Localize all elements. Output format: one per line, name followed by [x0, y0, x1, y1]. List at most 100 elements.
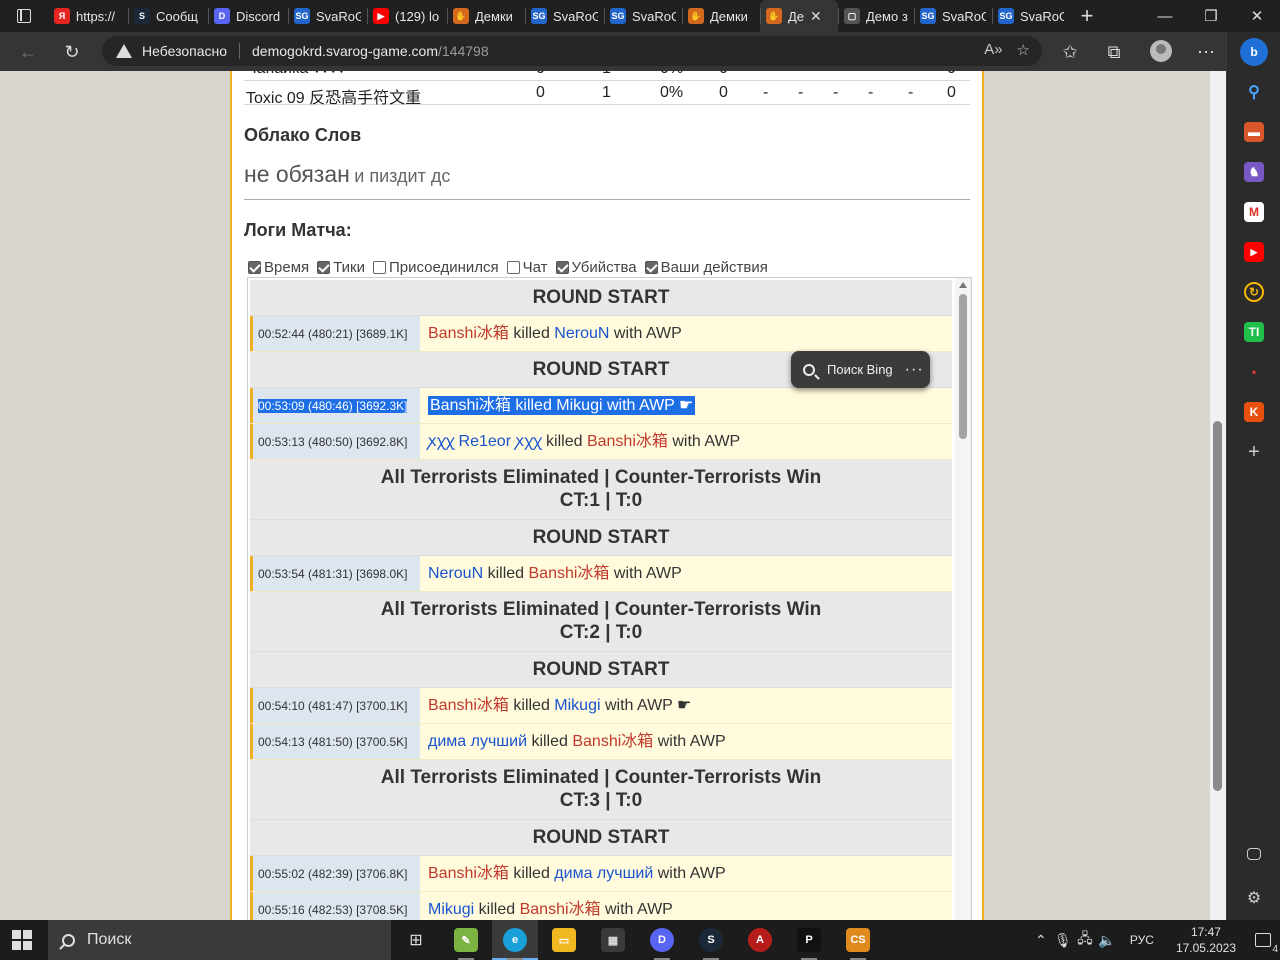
victim-name[interactable]: Banshi冰箱 [529, 565, 610, 582]
close-window-button[interactable]: ✕ [1234, 0, 1280, 32]
tools-icon[interactable]: ▬ [1244, 122, 1264, 142]
browser-tab[interactable]: Яhttps:// [48, 0, 128, 32]
victim-name[interactable]: дима лучший [554, 865, 653, 882]
filter-4[interactable]: Убийства [555, 259, 637, 276]
favorites-icon[interactable]: ✩ [1058, 40, 1082, 64]
read-aloud-icon[interactable]: A» [984, 41, 1002, 59]
sidebar-layout-icon[interactable] [1247, 848, 1261, 860]
browser-tab[interactable]: ▢ Демо з [838, 0, 914, 32]
killer-name[interactable]: ꭗꭓꭓ Re1eor ꭗꭓꭓ [428, 433, 542, 450]
store-icon[interactable]: ▦ [601, 928, 625, 952]
more-options-icon[interactable]: ··· [905, 361, 924, 379]
youtube-icon[interactable]: ▶ [1244, 242, 1264, 262]
victim-name[interactable]: Banshi冰箱 [587, 433, 668, 450]
show-hidden-icons[interactable]: ⌃ [1030, 932, 1052, 949]
killer-name[interactable]: NerouN [428, 565, 483, 582]
app-icon[interactable]: A [748, 928, 772, 952]
filter-1[interactable]: Тики [317, 259, 365, 276]
language-indicator[interactable]: РУС [1130, 933, 1154, 947]
browser-tab[interactable]: SG SvaRoG [525, 0, 604, 32]
refresh-button[interactable]: ↻ [60, 40, 84, 64]
bing-search-popup[interactable]: Поиск Bing ··· [791, 351, 930, 388]
notification-center-button[interactable]: 4 [1246, 933, 1280, 955]
page-scrollbar-thumb[interactable] [1213, 421, 1222, 791]
filter-2[interactable]: Присоединился [372, 259, 499, 276]
minimize-button[interactable]: — [1142, 0, 1188, 32]
killer-name[interactable]: Banshi冰箱 [430, 397, 511, 414]
scroll-up-arrow[interactable] [959, 282, 967, 288]
killer-name[interactable]: дима лучший [428, 733, 527, 750]
app-icon[interactable]: ↻ [1244, 282, 1264, 302]
collections-icon[interactable]: ⧉ [1102, 40, 1126, 64]
victim-name[interactable]: Banshi冰箱 [520, 901, 601, 918]
notepad-app-icon[interactable]: ✎ [454, 928, 478, 960]
log-scrollbar[interactable] [955, 278, 971, 920]
discord-app-icon[interactable]: D [650, 928, 674, 960]
browser-tab[interactable]: ✋ Демки [447, 0, 525, 32]
killer-name[interactable]: Banshi冰箱 [428, 697, 509, 714]
add-favorite-icon[interactable]: ☆ [1017, 41, 1030, 59]
bing-search-label[interactable]: Поиск Bing [827, 362, 893, 377]
app-icon[interactable]: • [1244, 362, 1264, 382]
browser-tab[interactable]: SG SvaRoG [992, 0, 1070, 32]
app-icon[interactable]: K [1244, 402, 1264, 422]
browser-tab[interactable]: SG SvaRoG [604, 0, 682, 32]
close-tab-icon[interactable]: ✕ [810, 8, 822, 25]
microphone-icon[interactable]: 🎙 [1052, 932, 1074, 949]
network-icon[interactable]: 🖧 [1074, 928, 1096, 952]
killer-name[interactable]: Banshi冰箱 [428, 865, 509, 882]
taskbar-search[interactable]: Поиск [48, 920, 391, 960]
address-bar[interactable]: Небезопасно demogokrd.svarog-game.com/14… [102, 36, 1042, 66]
filter-checkbox[interactable] [372, 261, 386, 274]
kill-row[interactable]: 00:55:02 (482:39) [3706.8K] Banshi冰箱 kill… [250, 856, 952, 892]
browser-tab[interactable]: D Discord [208, 0, 288, 32]
log-scrollbar-thumb[interactable] [959, 294, 967, 439]
bing-chat-icon[interactable]: b [1240, 38, 1268, 66]
volume-icon[interactable]: 🔈 [1096, 932, 1118, 949]
steam-app-icon[interactable]: S [699, 928, 723, 960]
killer-name[interactable]: Mikugi [428, 901, 474, 918]
victim-name[interactable]: Mikugi [554, 697, 600, 714]
file-explorer-icon[interactable]: ▭ [552, 928, 576, 952]
maximize-button[interactable]: ❐ [1188, 0, 1234, 32]
kill-row[interactable]: 00:53:09 (480:46) [3692.3K] Banshi冰箱 kill… [250, 388, 952, 424]
games-icon[interactable]: ♞ [1244, 162, 1264, 182]
browser-tab[interactable]: S Сообщ [128, 0, 208, 32]
task-view-icon[interactable]: ⊞ [404, 928, 428, 952]
back-button[interactable]: ← [16, 40, 40, 64]
tab-actions-button[interactable] [0, 0, 48, 32]
browser-tab[interactable]: ✋ Демки [682, 0, 760, 32]
browser-tab[interactable]: SG SvaRoG [914, 0, 992, 32]
browser-tab[interactable]: ✋ Де ✕ [760, 0, 838, 32]
app-icon[interactable]: P [797, 928, 821, 960]
search-icon[interactable]: ⚲ [1244, 82, 1264, 102]
kill-row[interactable]: 00:52:44 (480:21) [3689.1K] Banshi冰箱 kill… [250, 316, 952, 352]
victim-name[interactable]: Mikugi [556, 397, 602, 414]
filter-3[interactable]: Чат [506, 259, 548, 276]
security-label[interactable]: Небезопасно [142, 43, 227, 59]
start-button[interactable] [12, 930, 32, 950]
add-sidebar-app-icon[interactable]: + [1244, 441, 1264, 463]
kill-row[interactable]: 00:53:13 (480:50) [3692.8K] ꭗꭓꭓ Re1eor ꭗꭓ… [250, 424, 952, 460]
gmail-icon[interactable]: M [1244, 202, 1264, 222]
filter-0[interactable]: Время [248, 259, 309, 276]
filter-checkbox[interactable] [506, 261, 520, 274]
browser-tab[interactable]: SG SvaRoG [288, 0, 367, 32]
filter-checkbox[interactable] [248, 261, 261, 274]
profile-avatar[interactable] [1150, 40, 1172, 62]
clock[interactable]: 17:47 17.05.2023 [1176, 924, 1236, 956]
kill-row[interactable]: 00:55:16 (482:53) [3708.5K] Mikugi killed… [250, 892, 952, 920]
victim-name[interactable]: NerouN [554, 325, 609, 342]
filter-checkbox[interactable] [644, 261, 658, 274]
new-tab-button[interactable]: + [1070, 3, 1104, 29]
csgo-app-icon[interactable]: CS [846, 928, 870, 960]
settings-more-icon[interactable]: ⋯ [1194, 40, 1218, 64]
kill-row[interactable]: 00:54:13 (481:50) [3700.5K] дима лучший k… [250, 724, 952, 760]
filter-5[interactable]: Ваши действия [644, 259, 768, 276]
filter-checkbox[interactable] [555, 261, 569, 274]
browser-tab[interactable]: ▶ (129) lo [367, 0, 447, 32]
app-icon[interactable]: TI [1244, 322, 1264, 342]
kill-row[interactable]: 00:54:10 (481:47) [3700.1K] Banshi冰箱 kill… [250, 688, 952, 724]
filter-checkbox[interactable] [317, 261, 331, 274]
kill-row[interactable]: 00:53:54 (481:31) [3698.0K] NerouN killed… [250, 556, 952, 592]
